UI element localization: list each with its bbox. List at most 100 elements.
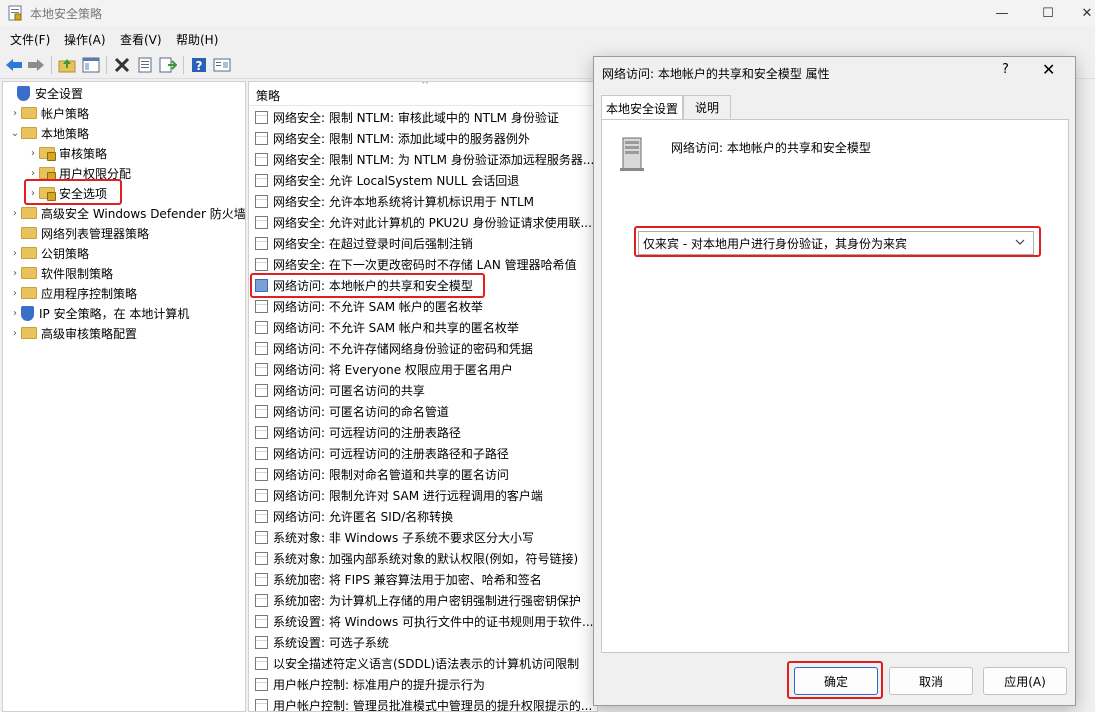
policy-label: 网络安全: 允许对此计算机的 PKU2U 身份验证请求使用联... bbox=[273, 216, 592, 230]
menu-view[interactable]: 查看(V) bbox=[120, 31, 162, 48]
policy-list-item[interactable]: 用户帐户控制: 标准用户的提升提示行为 bbox=[255, 674, 595, 695]
policy-label: 网络访问: 限制对命名管道和共享的匿名访问 bbox=[273, 468, 509, 482]
apply-button[interactable]: 应用(A) bbox=[983, 667, 1067, 695]
policy-icon bbox=[255, 237, 268, 250]
folder-lock-icon bbox=[39, 147, 56, 161]
expand-arrow-icon[interactable]: › bbox=[27, 148, 39, 159]
column-header-policy[interactable]: 策略 bbox=[256, 87, 280, 104]
policy-list-item[interactable]: 网络访问: 可匿名访问的共享 bbox=[255, 380, 595, 401]
help-icon[interactable]: ? bbox=[189, 55, 209, 75]
policy-list-item[interactable]: 网络安全: 允许对此计算机的 PKU2U 身份验证请求使用联... bbox=[255, 212, 595, 233]
tree-pane: 安全设置 › 帐户策略 ⌄ 本地策略 › 审核策略 › 用户权限分配 › 安全选… bbox=[2, 81, 246, 712]
tree-item-public-key[interactable]: › 公钥策略 bbox=[9, 243, 89, 263]
tree-item-software-restriction[interactable]: › 软件限制策略 bbox=[9, 263, 113, 283]
policy-list-item[interactable]: 网络访问: 不允许 SAM 帐户和共享的匿名枚举 bbox=[255, 317, 595, 338]
policy-list-item[interactable]: 网络访问: 可匿名访问的命名管道 bbox=[255, 401, 595, 422]
policy-list-item[interactable]: 网络访问: 限制允许对 SAM 进行远程调用的客户端 bbox=[255, 485, 595, 506]
window-titlebar: 本地安全策略 — ☐ ✕ bbox=[0, 0, 1095, 26]
policy-list-item[interactable]: 系统对象: 加强内部系统对象的默认权限(例如，符号链接) bbox=[255, 548, 595, 569]
expand-arrow-icon[interactable]: › bbox=[9, 328, 21, 339]
menu-help[interactable]: 帮助(H) bbox=[176, 31, 218, 48]
expand-arrow-icon[interactable]: › bbox=[27, 168, 39, 179]
menu-action[interactable]: 操作(A) bbox=[64, 31, 106, 48]
forward-icon[interactable] bbox=[26, 55, 46, 75]
policy-label: 网络访问: 限制允许对 SAM 进行远程调用的客户端 bbox=[273, 489, 543, 503]
policy-list-item[interactable]: 网络安全: 限制 NTLM: 为 NTLM 身份验证添加远程服务器... bbox=[255, 149, 595, 170]
tree-item-advanced-audit[interactable]: › 高级审核策略配置 bbox=[9, 323, 137, 343]
tree-item-label: 公钥策略 bbox=[41, 246, 90, 261]
close-icon[interactable]: ✕ bbox=[1064, 0, 1095, 26]
delete-icon[interactable] bbox=[112, 55, 132, 75]
policy-list-item[interactable]: 系统加密: 为计算机上存储的用户密钥强制进行强密钥保护 bbox=[255, 590, 595, 611]
tree-item-label: IP 安全策略，在 本地计算机 bbox=[39, 306, 190, 321]
policy-list-item[interactable]: 系统设置: 可选子系统 bbox=[255, 632, 595, 653]
policy-list-item[interactable]: 网络访问: 可远程访问的注册表路径 bbox=[255, 422, 595, 443]
policy-label: 网络访问: 不允许 SAM 帐户和共享的匿名枚举 bbox=[273, 321, 519, 335]
policy-label: 系统设置: 将 Windows 可执行文件中的证书规则用于软件... bbox=[273, 615, 594, 629]
policy-list-item[interactable]: 网络访问: 不允许 SAM 帐户的匿名枚举 bbox=[255, 296, 595, 317]
back-icon[interactable] bbox=[4, 55, 24, 75]
folder-icon bbox=[21, 267, 37, 279]
policy-icon bbox=[255, 594, 268, 607]
expand-arrow-icon[interactable]: › bbox=[9, 248, 21, 259]
tree-item-app-control[interactable]: › 应用程序控制策略 bbox=[9, 283, 137, 303]
properties-icon[interactable] bbox=[135, 55, 155, 75]
policy-list-item[interactable]: 系统对象: 非 Windows 子系统不要求区分大小写 bbox=[255, 527, 595, 548]
policy-list-item[interactable]: 网络安全: 在下一次更改密码时不存储 LAN 管理器哈希值 bbox=[255, 254, 595, 275]
close-button[interactable]: ✕ bbox=[1042, 60, 1055, 79]
minimize-icon[interactable]: — bbox=[979, 0, 1025, 26]
policy-list-item[interactable]: 网络安全: 限制 NTLM: 添加此域中的服务器例外 bbox=[255, 128, 595, 149]
folder-icon bbox=[21, 227, 37, 239]
view-icon[interactable] bbox=[212, 55, 232, 75]
policy-list-item[interactable]: 网络安全: 限制 NTLM: 审核此域中的 NTLM 身份验证 bbox=[255, 107, 595, 128]
help-button[interactable]: ? bbox=[1002, 62, 1009, 77]
expand-arrow-icon[interactable]: › bbox=[9, 288, 21, 299]
policy-icon bbox=[255, 531, 268, 544]
show-tree-icon[interactable] bbox=[81, 55, 101, 75]
policy-label: 网络安全: 在下一次更改密码时不存储 LAN 管理器哈希值 bbox=[273, 258, 577, 272]
tree-item-ip-security[interactable]: › IP 安全策略，在 本地计算机 bbox=[9, 303, 189, 323]
highlight-box bbox=[24, 179, 122, 205]
policy-icon bbox=[255, 657, 268, 670]
policy-list-item[interactable]: 网络访问: 允许匿名 SID/名称转换 bbox=[255, 506, 595, 527]
policy-label: 网络访问: 允许匿名 SID/名称转换 bbox=[273, 510, 454, 524]
list-header[interactable]: 策略 ^ bbox=[249, 82, 597, 106]
policy-list-item[interactable]: 系统设置: 将 Windows 可执行文件中的证书规则用于软件... bbox=[255, 611, 595, 632]
collapse-arrow-icon[interactable]: ⌄ bbox=[9, 128, 21, 139]
policy-label: 网络访问: 不允许存储网络身份验证的密码和凭据 bbox=[273, 342, 533, 356]
tree-item-firewall[interactable]: › 高级安全 Windows Defender 防火墙 bbox=[9, 203, 245, 223]
policy-list-item[interactable]: 以安全描述符定义语言(SDDL)语法表示的计算机访问限制 bbox=[255, 653, 595, 674]
policy-icon bbox=[255, 615, 268, 628]
expand-arrow-icon[interactable]: › bbox=[9, 308, 21, 319]
policy-list-item[interactable]: 网络访问: 限制对命名管道和共享的匿名访问 bbox=[255, 464, 595, 485]
policy-list-item[interactable]: 网络访问: 不允许存储网络身份验证的密码和凭据 bbox=[255, 338, 595, 359]
export-icon[interactable] bbox=[158, 55, 178, 75]
policy-label: 网络安全: 允许本地系统将计算机标识用于 NTLM bbox=[273, 195, 535, 209]
policy-list-item[interactable]: 系统加密: 将 FIPS 兼容算法用于加密、哈希和签名 bbox=[255, 569, 595, 590]
policy-label: 以安全描述符定义语言(SDDL)语法表示的计算机访问限制 bbox=[273, 657, 580, 671]
policy-list-item[interactable]: 网络访问: 将 Everyone 权限应用于匿名用户 bbox=[255, 359, 595, 380]
policy-list-item[interactable]: 网络安全: 允许本地系统将计算机标识用于 NTLM bbox=[255, 191, 595, 212]
cancel-button[interactable]: 取消 bbox=[889, 667, 973, 695]
tree-item-network-list[interactable]: 网络列表管理器策略 bbox=[9, 223, 149, 243]
policy-list-item[interactable]: 网络访问: 可远程访问的注册表路径和子路径 bbox=[255, 443, 595, 464]
menu-file[interactable]: 文件(F) bbox=[10, 31, 50, 48]
tab-local-security-setting[interactable]: 本地安全设置 bbox=[601, 95, 683, 120]
expand-arrow-icon[interactable]: › bbox=[9, 208, 21, 219]
tab-panel: 网络访问: 本地帐户的共享和安全模型 仅来宾 - 对本地用户进行身份验证，其身份… bbox=[601, 119, 1069, 653]
tab-explain[interactable]: 说明 bbox=[683, 95, 731, 119]
policy-icon bbox=[255, 384, 268, 397]
policy-list-item[interactable]: 网络安全: 在超过登录时间后强制注销 bbox=[255, 233, 595, 254]
up-folder-icon[interactable] bbox=[57, 55, 77, 75]
expand-arrow-icon[interactable]: › bbox=[9, 108, 21, 119]
expand-arrow-icon[interactable]: › bbox=[9, 268, 21, 279]
tree-item-label: 应用程序控制策略 bbox=[41, 286, 138, 301]
tree-item-audit-policy[interactable]: › 审核策略 bbox=[27, 143, 107, 163]
tree-item-local-policies[interactable]: ⌄ 本地策略 bbox=[9, 123, 89, 143]
policy-list-item[interactable]: 网络安全: 允许 LocalSystem NULL 会话回退 bbox=[255, 170, 595, 191]
tree-item-security-settings[interactable]: 安全设置 bbox=[5, 83, 83, 103]
policy-icon bbox=[255, 174, 268, 187]
policy-list-item[interactable]: 用户帐户控制: 管理员批准模式中管理员的提升权限提示的... bbox=[255, 695, 595, 711]
policy-label: 网络访问: 不允许 SAM 帐户的匿名枚举 bbox=[273, 300, 483, 314]
tree-item-account-policies[interactable]: › 帐户策略 bbox=[9, 103, 89, 123]
